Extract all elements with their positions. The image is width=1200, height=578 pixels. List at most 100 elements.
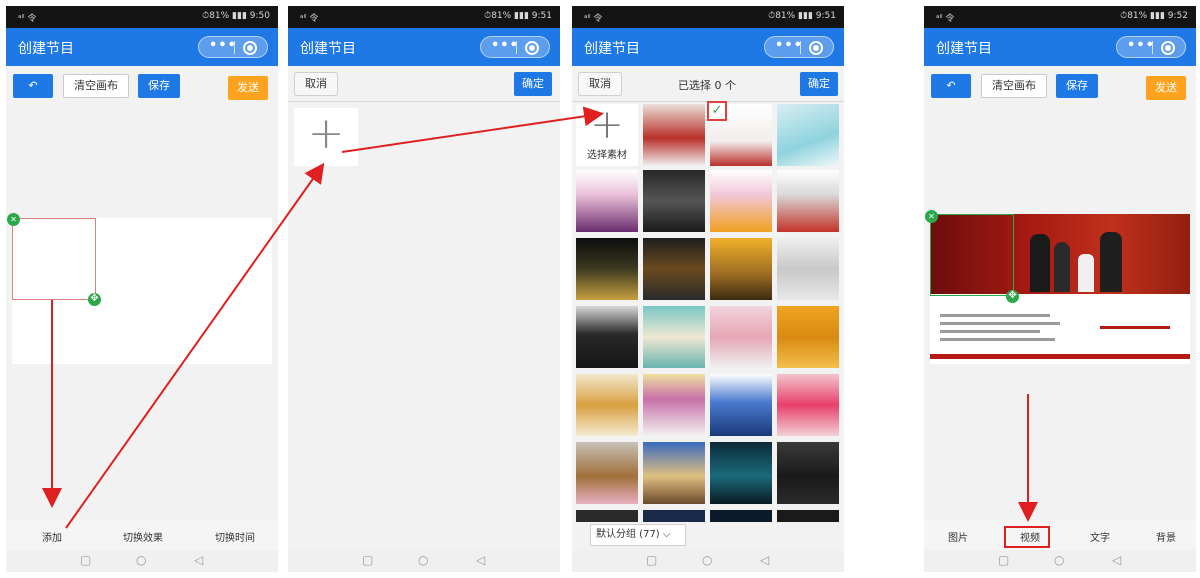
material-thumbnail[interactable]	[643, 374, 705, 436]
status-bar: ᵃˡˡ 令 ⏱81% ▮▮▮ 9:51	[572, 6, 844, 28]
highlight-frame	[1004, 526, 1050, 548]
material-thumbnail[interactable]	[777, 238, 839, 300]
more-icon[interactable]: •••	[209, 38, 237, 53]
capsule-divider	[1152, 41, 1153, 54]
back-icon[interactable]: ◁	[1112, 553, 1121, 567]
close-miniapp-icon[interactable]	[1161, 41, 1175, 55]
miniapp-capsule: •••	[480, 36, 550, 58]
cancel-button[interactable]: 取消	[294, 72, 338, 96]
back-icon[interactable]: ◁	[476, 553, 485, 567]
system-nav-bar: ▢ ○ ◁	[924, 550, 1196, 572]
send-button[interactable]: 发送	[228, 76, 268, 100]
material-thumbnail[interactable]	[643, 510, 705, 522]
send-button[interactable]: 发送	[1146, 76, 1186, 100]
recent-apps-icon[interactable]: ▢	[646, 553, 657, 567]
material-thumbnail[interactable]	[710, 306, 772, 368]
page-title: 创建节目	[300, 41, 356, 57]
save-button[interactable]: 保存	[1056, 74, 1098, 98]
miniapp-capsule: •••	[1116, 36, 1186, 58]
back-icon[interactable]: ◁	[760, 553, 769, 567]
material-thumbnail[interactable]	[777, 442, 839, 504]
more-icon[interactable]: •••	[775, 38, 803, 53]
material-thumbnail[interactable]	[643, 170, 705, 232]
recent-apps-icon[interactable]: ▢	[80, 553, 91, 567]
back-icon[interactable]: ◁	[194, 553, 203, 567]
material-thumbnail[interactable]	[710, 510, 772, 522]
material-thumbnail[interactable]	[777, 374, 839, 436]
material-thumbnail[interactable]	[643, 442, 705, 504]
system-nav-bar: ▢ ○ ◁	[6, 550, 278, 572]
material-thumbnail[interactable]	[710, 238, 772, 300]
home-icon[interactable]: ○	[136, 553, 146, 567]
material-thumbnail[interactable]	[643, 238, 705, 300]
close-handle-icon[interactable]: ✕	[925, 210, 938, 223]
material-thumbnail[interactable]	[576, 510, 638, 522]
material-thumbnail[interactable]	[777, 510, 839, 522]
confirm-button[interactable]: 确定	[800, 72, 838, 96]
material-thumbnail[interactable]	[576, 442, 638, 504]
selected-check-icon[interactable]: ✓	[707, 101, 727, 121]
close-miniapp-icon[interactable]	[525, 41, 539, 55]
cancel-button[interactable]: 取消	[578, 72, 622, 96]
close-miniapp-icon[interactable]	[809, 41, 823, 55]
recent-apps-icon[interactable]: ▢	[362, 553, 373, 567]
material-thumbnail[interactable]	[710, 170, 772, 232]
miniapp-capsule: •••	[198, 36, 268, 58]
capsule-divider	[800, 41, 801, 54]
home-icon[interactable]: ○	[702, 553, 712, 567]
signal-icon: ᵃˡˡ 令	[18, 14, 37, 24]
confirm-button[interactable]: 确定	[514, 72, 552, 96]
material-thumbnail[interactable]	[710, 374, 772, 436]
signal-icon: ᵃˡˡ 令	[936, 14, 955, 24]
phone-screen-2: ᵃˡˡ 令 ⏱81% ▮▮▮ 9:51 创建节目 ••• 取消 确定 + ▢ ○…	[288, 6, 560, 572]
tab-background[interactable]: 背景	[1156, 529, 1176, 544]
undo-button[interactable]: ↶	[931, 74, 971, 98]
clear-canvas-button[interactable]: 清空画布	[63, 74, 129, 98]
picker-toolbar: 取消 已选择 0 个 确定	[572, 66, 844, 102]
home-icon[interactable]: ○	[418, 553, 428, 567]
undo-button[interactable]: ↶	[13, 74, 53, 98]
tab-switch-effect[interactable]: 切换效果	[123, 529, 163, 544]
select-material-cell[interactable]: + 选择素材	[576, 104, 638, 166]
add-material-tile[interactable]: +	[294, 108, 358, 166]
signal-icon: ᵃˡˡ 令	[584, 14, 603, 24]
status-bar: ᵃˡˡ 令 ⏱81% ▮▮▮ 9:52	[924, 6, 1196, 28]
tab-image[interactable]: 图片	[948, 529, 968, 544]
selected-count: 已选择 0 个	[678, 79, 736, 92]
tab-text[interactable]: 文字	[1090, 529, 1110, 544]
material-thumbnail[interactable]	[777, 104, 839, 166]
home-icon[interactable]: ○	[1054, 553, 1064, 567]
tab-add[interactable]: 添加	[42, 529, 62, 544]
bottom-tab-bar: 图片 视频 文字 背景	[924, 520, 1196, 550]
tab-switch-time[interactable]: 切换时间	[215, 529, 255, 544]
close-handle-icon[interactable]: ✕	[7, 213, 20, 226]
close-miniapp-icon[interactable]	[243, 41, 257, 55]
material-thumbnail[interactable]	[576, 374, 638, 436]
selected-region[interactable]	[12, 218, 96, 300]
system-nav-bar: ▢ ○ ◁	[288, 550, 560, 572]
page-title: 创建节目	[584, 41, 640, 57]
material-thumbnail[interactable]	[576, 238, 638, 300]
material-thumbnail[interactable]	[710, 442, 772, 504]
more-icon[interactable]: •••	[1127, 38, 1155, 53]
move-handle-icon[interactable]: ✥	[88, 293, 101, 306]
recent-apps-icon[interactable]: ▢	[998, 553, 1009, 567]
move-handle-icon[interactable]: ✥	[1006, 290, 1019, 303]
material-thumbnail[interactable]	[576, 170, 638, 232]
material-thumbnail[interactable]	[777, 306, 839, 368]
title-bar: 创建节目 •••	[924, 28, 1196, 66]
title-bar: 创建节目 •••	[288, 28, 560, 66]
canvas-area: ✕ ✥	[6, 102, 278, 512]
material-thumbnail[interactable]	[643, 306, 705, 368]
capsule-divider	[234, 41, 235, 54]
selected-region[interactable]	[930, 214, 1014, 296]
save-button[interactable]: 保存	[138, 74, 180, 98]
group-dropdown[interactable]: 默认分组 (77) ⌵	[590, 524, 686, 546]
material-thumbnail[interactable]	[777, 170, 839, 232]
material-thumbnail[interactable]	[643, 104, 705, 166]
plus-icon: +	[590, 102, 624, 148]
material-thumbnail[interactable]	[576, 306, 638, 368]
bottom-tab-bar: 添加 切换效果 切换时间	[6, 520, 278, 550]
more-icon[interactable]: •••	[491, 38, 519, 53]
clear-canvas-button[interactable]: 清空画布	[981, 74, 1047, 98]
